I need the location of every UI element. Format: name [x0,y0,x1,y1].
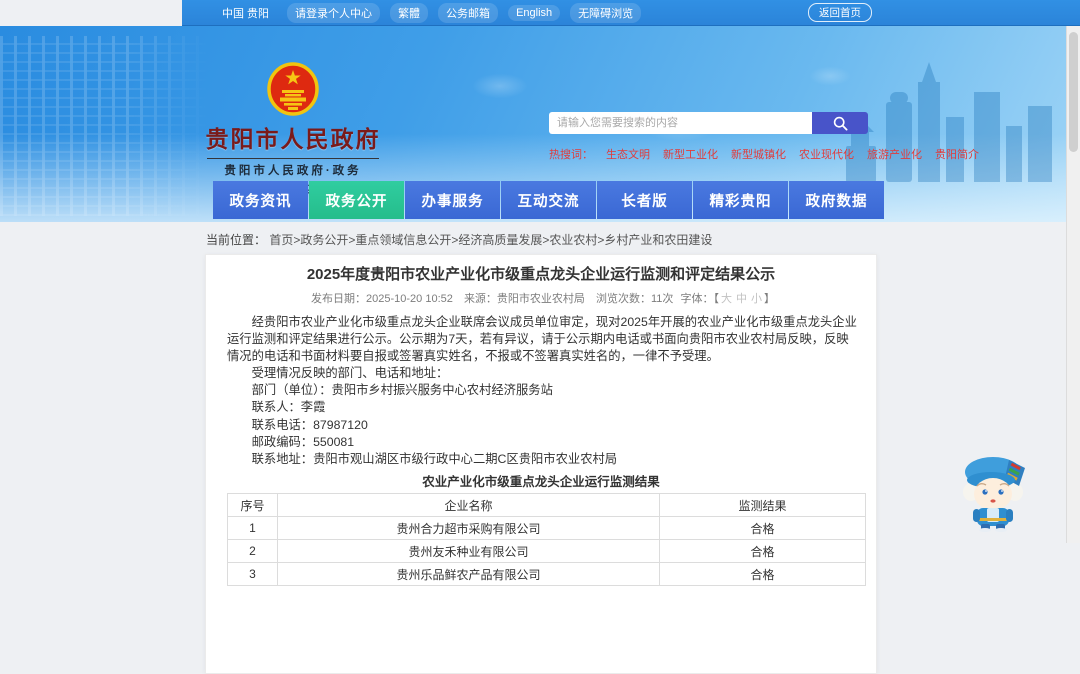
mascot-assistant-icon[interactable] [953,450,1033,532]
nav-item-hudong-jiaoliu[interactable]: 互动交流 [501,181,596,219]
article-source: 来源：贵阳市农业农村局 [463,293,585,305]
contact-person-line: 联系人：李霞 [251,400,326,415]
hot-search-term[interactable]: 贵阳简介 [935,146,979,162]
row-index: 1 [227,516,278,541]
return-home-button[interactable]: 返回首页 [808,3,872,22]
table-row: 1 贵州合力超市采购有限公司 合格 [227,516,866,541]
site-logo-block[interactable]: 贵阳市人民政府 贵阳市人民政府·政务 www.guiyang.gov.cn [205,62,381,194]
article-meta: 发布日期：2025-10-20 10:52 来源：贵阳市农业农村局 浏览次数：1… [206,290,876,306]
hot-search-term[interactable]: 旅游产业化 [867,146,922,162]
site-subtitle: 贵阳市人民政府·政务 [224,165,362,177]
top-link-mailbox[interactable]: 公务邮箱 [438,2,499,23]
search-icon [833,116,848,131]
company-name: 贵州友禾种业有限公司 [277,539,660,564]
nav-item-zhengwu-zixun[interactable]: 政务资讯 [213,181,308,219]
nav-item-zhengfu-shuju[interactable]: 政府数据 [789,181,884,219]
monitor-result: 合格 [659,539,866,564]
hot-search-term[interactable]: 新型工业化 [663,146,718,162]
scrollbar-thumb[interactable] [1069,32,1078,152]
font-size-medium-button[interactable]: 中 [736,293,747,305]
monitoring-results-table: 序号 企业名称 监测结果 1 贵州合力超市采购有限公司 合格 2 贵州友禾种业有… [227,493,866,587]
font-size-label: 字体：【 [680,293,719,305]
hot-search-label: 热搜词： [549,149,593,161]
font-size-label-close: 】 [763,293,775,305]
building-pattern-decoration [0,36,210,216]
title-divider [207,158,379,159]
nav-item-jingcai-guiyang[interactable]: 精彩贵阳 [693,181,788,219]
site-title: 贵阳市人民政府 [205,126,381,152]
view-count: 浏览次数：11次 [596,293,674,305]
contact-address-line: 联系地址：贵阳市观山湖区市级行政中心二期C区贵阳市农业农村局 [251,452,618,467]
scrollbar[interactable] [1066,26,1080,543]
font-size-small-button[interactable]: 小 [751,293,762,305]
table-row: 2 贵州友禾种业有限公司 合格 [227,539,866,564]
col-header-index: 序号 [227,493,278,518]
top-links: 中国 贵阳 请登录个人中心 繁體 公务邮箱 English 无障碍浏览 [214,2,642,23]
table-row: 3 贵州乐品鲜农产品有限公司 合格 [227,562,866,587]
row-index: 3 [227,562,278,587]
accept-intro-line: 受理情况反映的部门、电话和地址： [251,366,449,380]
breadcrumb: 当前位置： 首页>政务公开>重点领域信息公开>经济高质量发展>农业农村>乡村产业… [206,231,712,248]
article-title: 2025年度贵阳市农业产业化市级重点龙头企业运行监测和评定结果公示 [306,266,776,283]
breadcrumb-path[interactable]: 首页>政务公开>重点领域信息公开>经济高质量发展>农业农村>乡村产业和农田建设 [269,233,712,247]
national-emblem-icon [267,62,319,116]
table-header-row: 序号 企业名称 监测结果 [227,493,866,518]
search-button[interactable] [812,112,868,134]
row-index: 2 [227,539,278,564]
monitor-result: 合格 [659,562,866,587]
hot-search-term[interactable]: 新型城镇化 [731,146,786,162]
results-table-caption: 农业产业化市级重点龙头企业运行监测结果 [422,475,660,490]
contact-phone-line: 联系电话：87987120 [251,417,368,432]
monitor-result: 合格 [659,516,866,541]
top-link-traditional[interactable]: 繁體 [390,2,429,23]
top-link-accessibility[interactable]: 无障碍浏览 [570,2,642,23]
font-size-large-button[interactable]: 大 [721,293,732,305]
top-utility-bar: 中国 贵阳 请登录个人中心 繁體 公务邮箱 English 无障碍浏览 返回首页 [182,0,1080,26]
breadcrumb-label: 当前位置： [206,233,267,247]
city-skyline-decoration [846,62,1052,182]
department-line: 部门（单位）：贵阳市乡村振兴服务中心农村经济服务站 [251,383,553,398]
hot-search-term[interactable]: 生态文明 [606,146,650,162]
col-header-result: 监测结果 [659,493,866,518]
top-link-china-guiyang[interactable]: 中国 贵阳 [214,3,277,23]
nav-item-zhangzheban[interactable]: 长者版 [597,181,692,219]
nav-item-zhengwu-gongkai[interactable]: 政务公开 [309,181,404,219]
top-link-english[interactable]: English [508,4,561,21]
article-body: 经贵阳市农业产业化市级重点龙头企业联席会议成员单位审定，现对2025年开展的农业… [206,314,876,468]
company-name: 贵州乐品鲜农产品有限公司 [277,562,660,587]
company-name: 贵州合力超市采购有限公司 [277,516,660,541]
article-card: 2025年度贵阳市农业产业化市级重点龙头企业运行监测和评定结果公示 发布日期：2… [205,254,877,674]
search-bar [549,112,868,134]
search-input[interactable] [549,112,812,134]
col-header-company: 企业名称 [277,493,660,518]
publish-date: 发布日期：2025-10-20 10:52 [311,293,453,305]
top-link-login-center[interactable]: 请登录个人中心 [287,2,381,23]
hot-search-term[interactable]: 农业现代化 [799,146,854,162]
nav-item-banshi-fuwu[interactable]: 办事服务 [405,181,500,219]
main-navigation: 政务资讯 政务公开 办事服务 互动交流 长者版 精彩贵阳 政府数据 [213,181,884,219]
postcode-line: 邮政编码：550081 [251,434,355,449]
hot-search-row: 热搜词： 生态文明 新型工业化 新型城镇化 农业现代化 旅游产业化 贵阳简介 [549,146,979,162]
lead-paragraph: 经贵阳市农业产业化市级重点龙头企业联席会议成员单位审定，现对2025年开展的农业… [227,315,857,363]
